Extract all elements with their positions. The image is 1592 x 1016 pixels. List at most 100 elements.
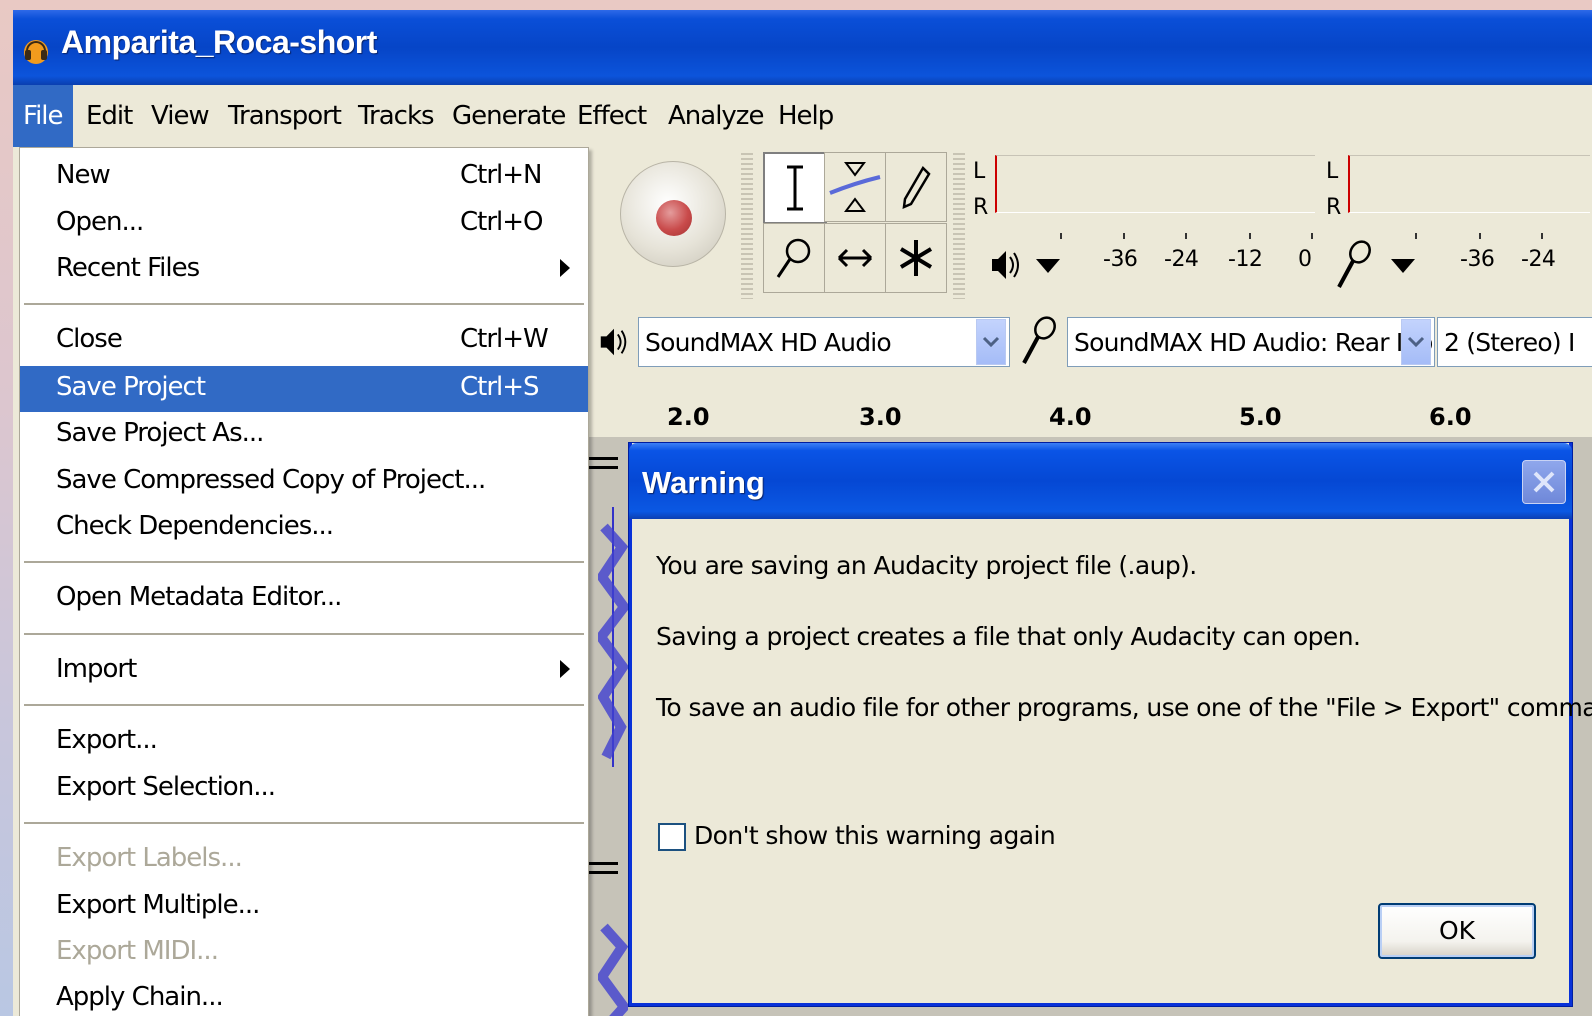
- menu-item-label: New: [56, 160, 111, 190]
- dont-show-again-checkbox[interactable]: [658, 823, 686, 851]
- playback-device-select[interactable]: SoundMAX HD Audio: [638, 317, 1010, 367]
- output-speaker-icon: [600, 328, 627, 356]
- recording-channels-select[interactable]: 2 (Stereo) I: [1437, 317, 1592, 367]
- recording-channels-value: 2 (Stereo) I: [1444, 328, 1575, 357]
- microphone-icon: [1337, 240, 1371, 288]
- submenu-arrow-icon: [560, 259, 570, 277]
- menu-edit[interactable]: Edit: [76, 85, 142, 147]
- recording-device-dropdown-arrow[interactable]: [1401, 319, 1431, 365]
- menu-item-label: Open Metadata Editor...: [56, 582, 342, 612]
- menu-item-open[interactable]: Open... Ctrl+O: [20, 201, 588, 247]
- menu-item-import[interactable]: Import: [20, 648, 588, 694]
- menu-item-save-compressed-copy[interactable]: Save Compressed Copy of Project...: [20, 459, 588, 505]
- dont-show-again-label[interactable]: Don't show this warning again: [694, 821, 1056, 850]
- timeline-ruler[interactable]: 2.0 3.0 4.0 5.0 6.0: [588, 377, 1592, 437]
- record-meter-dropdown-icon[interactable]: [1386, 249, 1420, 283]
- toolbar-grip[interactable]: [741, 153, 753, 299]
- menu-item-shortcut: Ctrl+S: [460, 372, 540, 402]
- menu-item-export-labels: Export Labels...: [20, 837, 588, 883]
- menu-item-label: Export...: [56, 725, 158, 755]
- file-menu-dropdown: New Ctrl+N Open... Ctrl+O Recent Files C…: [19, 147, 589, 1016]
- menu-item-shortcut: Ctrl+W: [460, 324, 549, 354]
- menu-item-close[interactable]: Close Ctrl+W: [20, 318, 588, 364]
- playback-device-dropdown-arrow[interactable]: [976, 319, 1006, 365]
- dialog-message-line-3: To save an audio file for other programs…: [656, 693, 1592, 722]
- menu-item-new[interactable]: New Ctrl+N: [20, 154, 588, 200]
- submenu-arrow-icon: [560, 660, 570, 678]
- meter-tick: [1249, 233, 1251, 239]
- menu-view[interactable]: View: [141, 85, 219, 147]
- playback-meter-left-label: L: [973, 159, 986, 184]
- window-title: Amparita_Roca-short: [61, 24, 377, 60]
- menu-item-label: Export Labels...: [56, 843, 243, 873]
- menu-file[interactable]: File: [13, 85, 73, 147]
- meter-toolbar-grip[interactable]: [953, 153, 965, 299]
- playback-meter-dropdown-icon[interactable]: [1031, 249, 1065, 283]
- zoom-tool-button[interactable]: [763, 223, 825, 293]
- menu-bar: File Edit View Transport Tracks Generate…: [13, 85, 1592, 147]
- title-bar[interactable]: Amparita_Roca-short: [13, 10, 1592, 85]
- menu-item-export-multiple[interactable]: Export Multiple...: [20, 884, 588, 930]
- menu-tracks[interactable]: Tracks: [348, 85, 444, 147]
- record-level-meter[interactable]: [1348, 155, 1590, 213]
- selection-tool-button[interactable]: [763, 152, 827, 224]
- dialog-close-button[interactable]: [1522, 460, 1566, 504]
- menu-item-label: Export Multiple...: [56, 890, 260, 920]
- waveform-track-2: [598, 923, 628, 1016]
- meter-tick: [1541, 233, 1543, 239]
- record-icon: [656, 200, 692, 236]
- record-meter-scale-label: -24: [1521, 247, 1556, 272]
- recording-device-select[interactable]: SoundMAX HD Audio: Rear Inp: [1067, 317, 1435, 367]
- menu-transport[interactable]: Transport: [218, 85, 351, 147]
- waveform-track-1: [598, 507, 628, 767]
- ruler-label: 6.0: [1429, 403, 1472, 431]
- envelope-tool-button[interactable]: [824, 152, 886, 222]
- ok-button[interactable]: OK: [1378, 903, 1536, 959]
- record-meter-left-label: L: [1326, 159, 1339, 184]
- menu-separator: [24, 704, 584, 709]
- dialog-title-bar[interactable]: Warning: [629, 443, 1572, 519]
- menu-help[interactable]: Help: [768, 85, 843, 147]
- menu-separator: [24, 303, 584, 308]
- ruler-label: 2.0: [667, 403, 710, 431]
- multi-tool-button[interactable]: [885, 223, 947, 293]
- close-icon: [1533, 471, 1555, 493]
- menu-item-save-project-as[interactable]: Save Project As...: [20, 412, 588, 458]
- menu-item-export-selection[interactable]: Export Selection...: [20, 766, 588, 812]
- playback-level-meter[interactable]: [995, 155, 1315, 213]
- ruler-label: 3.0: [859, 403, 902, 431]
- ibeam-icon: [787, 165, 803, 211]
- menu-item-label: Apply Chain...: [56, 982, 224, 1012]
- record-button[interactable]: [620, 161, 726, 267]
- menu-effect[interactable]: Effect: [567, 85, 656, 147]
- dialog-title: Warning: [642, 465, 765, 500]
- timeshift-tool-button[interactable]: [824, 223, 886, 293]
- meter-scale-label: -12: [1228, 247, 1263, 272]
- track-divider: [588, 457, 618, 469]
- menu-item-label: Save Project As...: [56, 418, 264, 448]
- audacity-app-icon: [24, 40, 48, 64]
- timeshift-arrows-icon: [837, 248, 873, 268]
- menu-item-save-project[interactable]: Save Project Ctrl+S: [20, 366, 588, 412]
- menu-item-label: Open...: [56, 207, 144, 237]
- menu-item-label: Import: [56, 654, 137, 684]
- menu-item-label: Recent Files: [56, 253, 200, 283]
- playback-meter-right-label: R: [973, 195, 989, 220]
- menu-item-apply-chain[interactable]: Apply Chain...: [20, 976, 588, 1016]
- dialog-message-line-2: Saving a project creates a file that onl…: [656, 622, 1361, 651]
- menu-item-label: Close: [56, 324, 123, 354]
- draw-tool-button[interactable]: [885, 152, 947, 222]
- menu-item-label: Save Compressed Copy of Project...: [56, 465, 486, 495]
- menu-analyze[interactable]: Analyze: [658, 85, 773, 147]
- menu-item-open-metadata-editor[interactable]: Open Metadata Editor...: [20, 576, 588, 622]
- dialog-message-line-1: You are saving an Audacity project file …: [656, 551, 1197, 580]
- meter-tick: [1415, 233, 1417, 239]
- menu-separator: [24, 561, 584, 566]
- menu-item-recent-files[interactable]: Recent Files: [20, 247, 588, 293]
- menu-generate[interactable]: Generate: [442, 85, 575, 147]
- menu-item-export[interactable]: Export...: [20, 719, 588, 765]
- menu-item-export-midi: Export MIDI...: [20, 930, 588, 976]
- menu-item-check-dependencies[interactable]: Check Dependencies...: [20, 505, 588, 551]
- meter-tick: [1311, 233, 1313, 239]
- menu-separator: [24, 633, 584, 638]
